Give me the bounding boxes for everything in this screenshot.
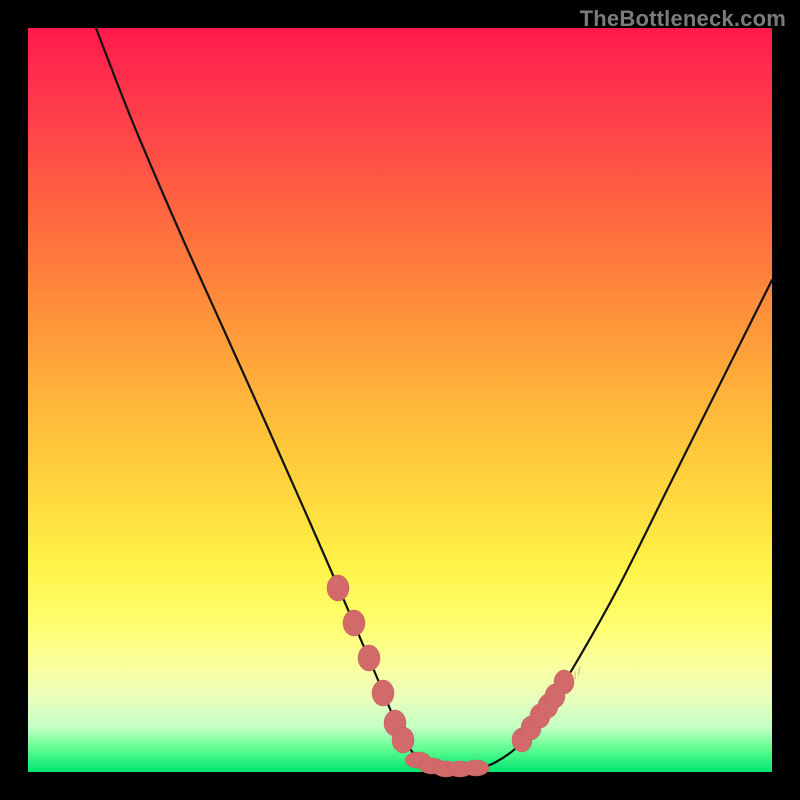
curve-marker [343, 610, 365, 636]
curve-marker [463, 760, 489, 776]
markers-right-arm [512, 670, 574, 752]
curve-marker [372, 680, 394, 706]
curve-marker [358, 645, 380, 671]
curve-marker [392, 727, 414, 753]
right-arm-fuzz [523, 666, 580, 740]
watermark-text: TheBottleneck.com [580, 6, 786, 32]
markers-floor [405, 752, 489, 777]
markers-left-arm [327, 575, 414, 753]
bottleneck-curve [96, 28, 772, 769]
chart-plot-area [28, 28, 772, 772]
curve-marker [327, 575, 349, 601]
chart-svg [28, 28, 772, 772]
